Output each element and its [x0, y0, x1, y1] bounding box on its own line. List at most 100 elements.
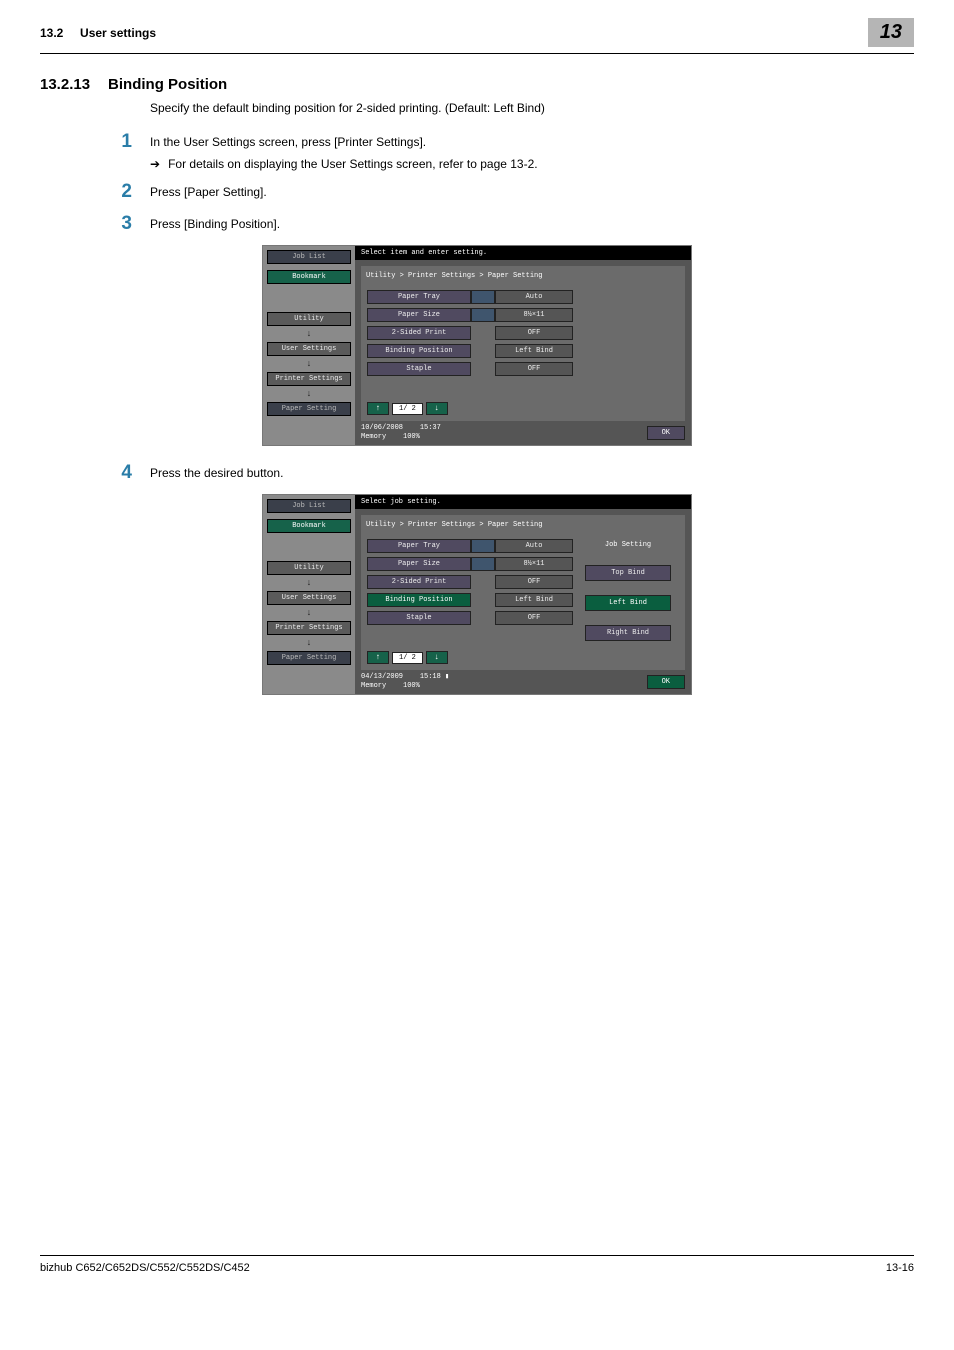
paper-tray-value: Auto	[495, 290, 573, 304]
right-bind-button[interactable]: Right Bind	[585, 625, 671, 641]
page-number: 13-16	[886, 1262, 914, 1274]
footer-bar: 04/13/2009 15:18 ▮ Memory 100% OK	[355, 670, 691, 694]
main-panel: Select job setting. Utility > Printer Se…	[355, 495, 691, 694]
page-indicator: 1/ 2	[392, 403, 423, 415]
step-number: 2	[121, 181, 132, 203]
binding-position-button[interactable]: Binding Position	[367, 593, 471, 607]
page-footer: bizhub C652/C652DS/C552/C552DS/C452 13-1…	[40, 1255, 914, 1294]
footer-time: 15:18	[420, 673, 441, 681]
footer-memory-value: 100%	[403, 433, 420, 441]
paper-size-value: 8½×11	[495, 557, 573, 571]
paper-size-button[interactable]: Paper Size	[367, 308, 471, 322]
staple-value: OFF	[495, 611, 573, 625]
job-setting-header: Job Setting	[585, 539, 671, 551]
sidebar-printersettings[interactable]: Printer Settings	[267, 372, 351, 386]
sidebar: Job List Bookmark Utility ↓ User Setting…	[263, 495, 355, 694]
pager: ↑ 1/ 2 ↓	[367, 651, 573, 664]
sidebar-joblist[interactable]: Job List	[267, 250, 351, 264]
staple-button[interactable]: Staple	[367, 611, 471, 625]
ok-button[interactable]: OK	[647, 675, 685, 689]
sidebar-utility[interactable]: Utility	[267, 312, 351, 326]
sidebar-bookmark[interactable]: Bookmark	[267, 519, 351, 533]
step-number: 1	[121, 131, 132, 153]
staple-button[interactable]: Staple	[367, 362, 471, 376]
staple-value: OFF	[495, 362, 573, 376]
job-setting-column: Job Setting Top Bind Left Bind Right Bin…	[583, 539, 673, 664]
paper-size-value: 8½×11	[495, 308, 573, 322]
step-4: 4 Press the desired button.	[150, 462, 914, 484]
page-header: 13.2 User settings 13	[40, 0, 914, 54]
sidebar-bookmark[interactable]: Bookmark	[267, 270, 351, 284]
sidebar-utility[interactable]: Utility	[267, 561, 351, 575]
settings-column: Paper Tray Auto Paper Size 8½×11 2-Sided…	[367, 539, 573, 664]
footer-date: 04/13/2009	[361, 673, 403, 681]
top-bind-button[interactable]: Top Bind	[585, 565, 671, 581]
step-text: Press [Binding Position].	[150, 213, 914, 231]
binding-position-value: Left Bind	[495, 344, 573, 358]
footer-time: 15:37	[420, 424, 441, 432]
tab-icon[interactable]	[471, 308, 495, 322]
tab-icon[interactable]	[471, 557, 495, 571]
footer-memory-value: 100%	[403, 682, 420, 690]
breadcrumb: Utility > Printer Settings > Paper Setti…	[361, 515, 685, 533]
footer-memory-label: Memory	[361, 433, 386, 441]
section-title: Binding Position	[108, 76, 227, 93]
two-sided-button[interactable]: 2-Sided Print	[367, 575, 471, 589]
tab-icon[interactable]	[471, 290, 495, 304]
screenshot-1: Job List Bookmark Utility ↓ User Setting…	[262, 245, 692, 446]
step-number: 4	[121, 462, 132, 484]
flag-icon: ▮	[445, 673, 449, 681]
sidebar-papersetting[interactable]: Paper Setting	[267, 402, 351, 416]
chevron-down-icon: ↓	[267, 608, 351, 618]
step-1: 1 In the User Settings screen, press [Pr…	[150, 131, 914, 171]
sidebar-papersetting[interactable]: Paper Setting	[267, 651, 351, 665]
left-bind-button[interactable]: Left Bind	[585, 595, 671, 611]
page-down-button[interactable]: ↓	[426, 402, 448, 415]
page-up-button[interactable]: ↑	[367, 402, 389, 415]
topbar-text: Select job setting.	[355, 495, 691, 509]
topbar-text: Select item and enter setting.	[355, 246, 691, 260]
step-text: Press [Paper Setting].	[150, 181, 914, 199]
sidebar-printersettings[interactable]: Printer Settings	[267, 621, 351, 635]
sidebar-joblist[interactable]: Job List	[267, 499, 351, 513]
chevron-down-icon: ↓	[267, 638, 351, 648]
two-sided-value: OFF	[495, 326, 573, 340]
binding-position-button[interactable]: Binding Position	[367, 344, 471, 358]
footer-bar: 10/06/2008 15:37 Memory 100% OK	[355, 421, 691, 445]
section-heading: 13.2.13 Binding Position	[40, 76, 914, 93]
page-down-button[interactable]: ↓	[426, 651, 448, 664]
footer-memory-label: Memory	[361, 682, 386, 690]
section-number: 13.2.13	[40, 76, 90, 93]
ok-button[interactable]: OK	[647, 426, 685, 440]
chevron-down-icon: ↓	[267, 389, 351, 399]
pager: ↑ 1/ 2 ↓	[367, 402, 573, 415]
chevron-down-icon: ↓	[267, 578, 351, 588]
step-subtext: For details on displaying the User Setti…	[168, 157, 538, 171]
paper-tray-button[interactable]: Paper Tray	[367, 290, 471, 304]
step-2: 2 Press [Paper Setting].	[150, 181, 914, 203]
sidebar: Job List Bookmark Utility ↓ User Setting…	[263, 246, 355, 445]
paper-size-button[interactable]: Paper Size	[367, 557, 471, 571]
two-sided-button[interactable]: 2-Sided Print	[367, 326, 471, 340]
settings-column: Paper Tray Auto Paper Size 8½×11 2-Sided…	[367, 290, 573, 415]
screenshot-2: Job List Bookmark Utility ↓ User Setting…	[262, 494, 692, 695]
main-panel: Select item and enter setting. Utility >…	[355, 246, 691, 445]
step-text: Press the desired button.	[150, 462, 914, 480]
page-up-button[interactable]: ↑	[367, 651, 389, 664]
model-text: bizhub C652/C652DS/C552/C552DS/C452	[40, 1262, 250, 1274]
two-sided-value: OFF	[495, 575, 573, 589]
intro-text: Specify the default binding position for…	[150, 101, 914, 115]
sidebar-usersettings[interactable]: User Settings	[267, 342, 351, 356]
section-ref: 13.2	[40, 26, 63, 40]
header-left: 13.2 User settings	[40, 26, 156, 40]
sidebar-usersettings[interactable]: User Settings	[267, 591, 351, 605]
binding-position-value: Left Bind	[495, 593, 573, 607]
chevron-down-icon: ↓	[267, 359, 351, 369]
arrow-icon: ➔	[150, 157, 160, 171]
paper-tray-button[interactable]: Paper Tray	[367, 539, 471, 553]
step-text: In the User Settings screen, press [Prin…	[150, 135, 914, 149]
paper-tray-value: Auto	[495, 539, 573, 553]
step-number: 3	[121, 213, 132, 235]
chapter-badge: 13	[868, 18, 914, 47]
tab-icon[interactable]	[471, 539, 495, 553]
